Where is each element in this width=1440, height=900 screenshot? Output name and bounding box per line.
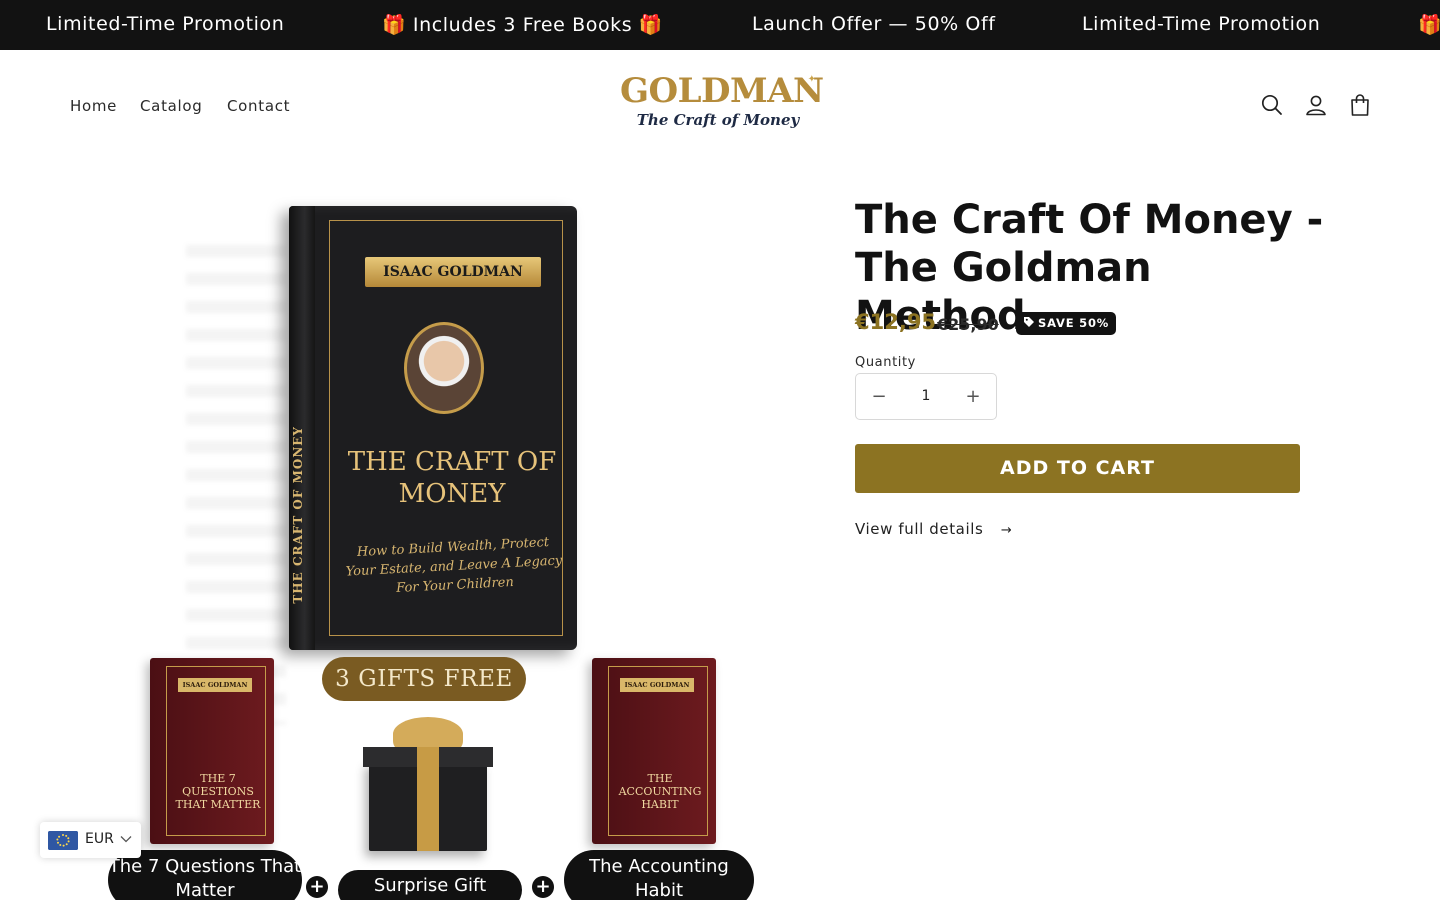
book-subtitle: How to Build Wealth, Protect Your Estate… [345, 535, 563, 597]
account-icon[interactable] [1303, 92, 1329, 118]
quantity-stepper: − 1 + [855, 373, 997, 420]
announcement-item: 🎁 Includes 3 Free Books 🎁 [382, 14, 664, 36]
gifts-banner: 3 GIFTS FREE [322, 657, 526, 701]
caption-accounting-habit: The Accounting Habit [564, 850, 754, 900]
announcement-item: Launch Offer — 50% Off [752, 13, 996, 35]
announcement-item: Limited-Time Promotion [1082, 13, 1321, 35]
quantity-decrease-button[interactable]: − [856, 374, 902, 419]
bonus-book-accounting-habit: ISAAC GOLDMAN THE ACCOUNTING HABIT [592, 658, 716, 844]
bonus-book-author: ISAAC GOLDMAN [620, 678, 694, 692]
nav-item-catalog[interactable]: Catalog [140, 97, 203, 115]
sale-price: €12,95 [855, 310, 937, 334]
book-spine-title: THE CRAFT OF MONEY [291, 426, 305, 604]
plus-icon: + [306, 876, 328, 898]
currency-code: EUR [85, 831, 114, 847]
nav-item-contact[interactable]: Contact [227, 97, 290, 115]
currency-selector[interactable]: EUR [40, 822, 141, 858]
announcement-item: 🎁 [1418, 14, 1440, 36]
author-portrait [404, 322, 484, 414]
add-to-cart-button[interactable]: ADD TO CART [855, 444, 1300, 493]
compare-price: €25,90 [937, 315, 999, 334]
logo-tagline: The Craft of Money [636, 111, 800, 129]
eu-flag-icon [48, 831, 78, 850]
image-backdrop [186, 245, 286, 725]
view-full-details-label: View full details [855, 520, 984, 538]
quantity-label: Quantity [855, 355, 916, 370]
bonus-book-title: THE 7 QUESTIONS THAT MATTER [175, 772, 261, 811]
save-badge-label: SAVE 50% [1038, 316, 1110, 330]
logo-brand: GOLDMAN [620, 71, 824, 111]
nav-item-home[interactable]: Home [70, 97, 117, 115]
caption-surprise-gift: Surprise Gift [338, 870, 522, 900]
bonus-book-title: THE ACCOUNTING HABIT [618, 772, 702, 811]
arrow-right-icon: → [1000, 523, 1013, 538]
book-cover: THE CRAFT OF MONEY ISAAC GOLDMAN THE CRA… [289, 206, 577, 650]
logo[interactable]: GOLDMAN The Craft of Money ✦ [620, 71, 824, 144]
quantity-input[interactable]: 1 [902, 374, 950, 419]
bonus-book-7-questions: ISAAC GOLDMAN THE 7 QUESTIONS THAT MATTE… [150, 658, 274, 844]
search-icon[interactable] [1259, 92, 1285, 118]
tag-icon [1024, 317, 1034, 327]
sparkle-icon: ✦ [807, 74, 816, 85]
book-author: ISAAC GOLDMAN [365, 257, 541, 287]
product-image[interactable]: THE CRAFT OF MONEY ISAAC GOLDMAN THE CRA… [106, 190, 756, 900]
plus-icon: + [532, 876, 554, 898]
bonus-book-author: ISAAC GOLDMAN [178, 678, 252, 692]
chevron-down-icon [120, 836, 132, 843]
gift-box [361, 717, 495, 853]
announcement-bar: Limited-Time Promotion 🎁 Includes 3 Free… [0, 0, 1440, 50]
save-badge: SAVE 50% [1016, 312, 1117, 335]
quantity-increase-button[interactable]: + [950, 374, 996, 419]
book-title: THE CRAFT OF MONEY [347, 447, 557, 509]
announcement-item: Limited-Time Promotion [46, 13, 285, 35]
cart-icon[interactable] [1347, 92, 1373, 118]
view-full-details-link[interactable]: View full details → [855, 520, 1012, 538]
